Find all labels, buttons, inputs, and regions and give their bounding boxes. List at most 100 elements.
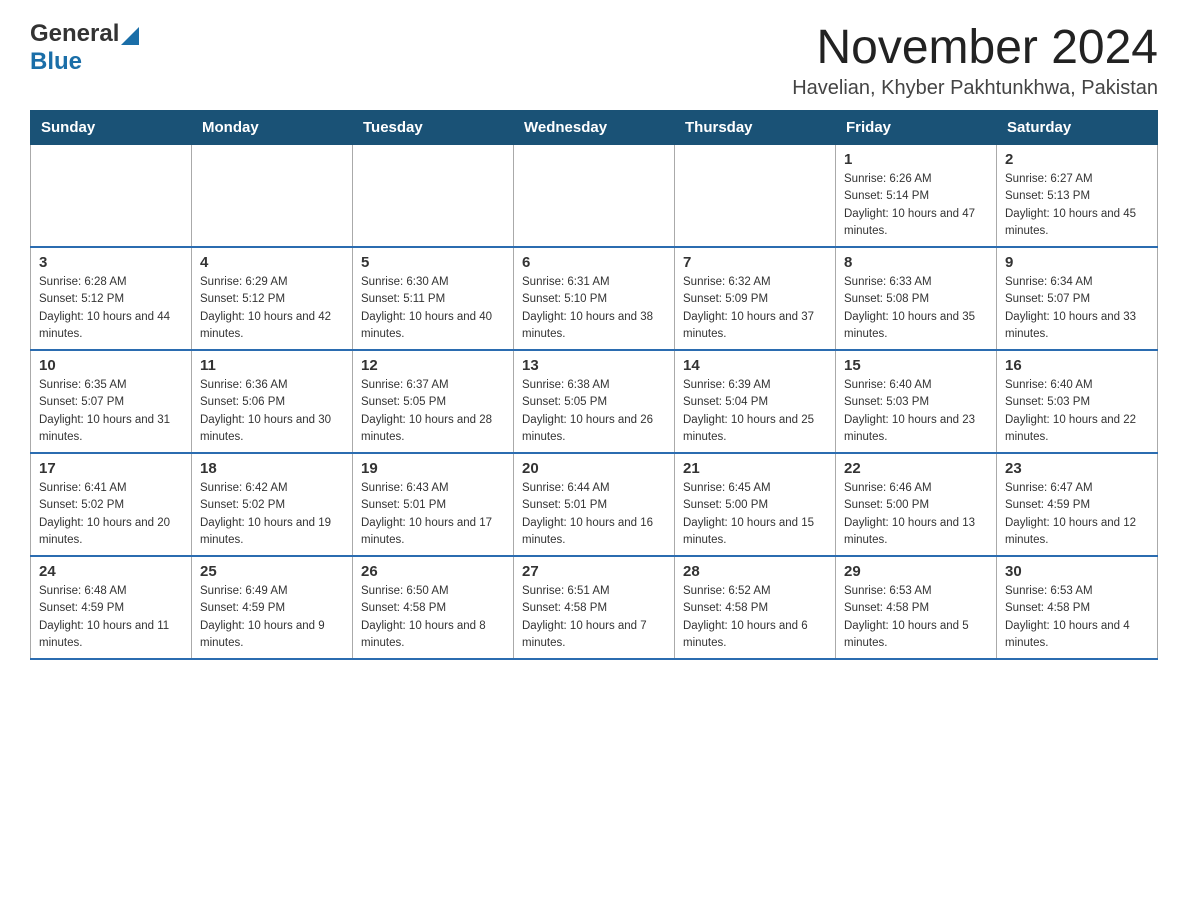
- day-info: Sunrise: 6:51 AMSunset: 4:58 PMDaylight:…: [522, 583, 666, 652]
- calendar-row-0: 1 Sunrise: 6:26 AMSunset: 5:14 PMDaylight…: [31, 145, 1158, 248]
- calendar-row-1: 3 Sunrise: 6:28 AMSunset: 5:12 PMDaylight…: [31, 247, 1158, 350]
- day-info: Sunrise: 6:28 AMSunset: 5:12 PMDaylight:…: [39, 274, 183, 343]
- calendar-cell-r0-c6: 2Sunrise: 6:27 AMSunset: 5:13 PMDaylight…: [997, 145, 1158, 248]
- calendar-cell-r3-c4: 21Sunrise: 6:45 AMSunset: 5:00 PMDayligh…: [675, 453, 836, 556]
- calendar-cell-r4-c6: 30 Sunrise: 6:53 AMSunset: 4:58 PMDayligh…: [997, 556, 1158, 659]
- location-subtitle: Havelian, Khyber Pakhtunkhwa, Pakistan: [792, 77, 1158, 100]
- day-number: 21: [683, 460, 827, 477]
- day-number: 1: [844, 151, 988, 168]
- day-info: Sunrise: 6:34 AMSunset: 5:07 PMDaylight:…: [1005, 274, 1149, 343]
- calendar-cell-r2-c3: 13Sunrise: 6:38 AMSunset: 5:05 PMDayligh…: [514, 350, 675, 453]
- day-info: Sunrise: 6:42 AMSunset: 5:02 PMDaylight:…: [200, 480, 344, 549]
- day-number: 11: [200, 357, 344, 374]
- calendar-cell-r1-c5: 8 Sunrise: 6:33 AMSunset: 5:08 PMDaylight…: [836, 247, 997, 350]
- calendar-header-saturday: Saturday: [997, 111, 1158, 145]
- calendar-cell-r0-c0: [31, 145, 192, 248]
- calendar-cell-r2-c1: 11 Sunrise: 6:36 AMSunset: 5:06 PMDayligh…: [192, 350, 353, 453]
- day-number: 29: [844, 563, 988, 580]
- calendar-cell-r0-c5: 1 Sunrise: 6:26 AMSunset: 5:14 PMDaylight…: [836, 145, 997, 248]
- calendar-cell-r3-c5: 22 Sunrise: 6:46 AMSunset: 5:00 PMDayligh…: [836, 453, 997, 556]
- day-info: Sunrise: 6:43 AMSunset: 5:01 PMDaylight:…: [361, 480, 505, 549]
- calendar-cell-r0-c2: [353, 145, 514, 248]
- day-number: 7: [683, 254, 827, 271]
- day-number: 17: [39, 460, 183, 477]
- day-number: 27: [522, 563, 666, 580]
- calendar-row-2: 10Sunrise: 6:35 AMSunset: 5:07 PMDayligh…: [31, 350, 1158, 453]
- logo: General Blue: [30, 20, 139, 76]
- day-number: 13: [522, 357, 666, 374]
- calendar-header-tuesday: Tuesday: [353, 111, 514, 145]
- day-info: Sunrise: 6:36 AMSunset: 5:06 PMDaylight:…: [200, 377, 344, 446]
- calendar-row-3: 17 Sunrise: 6:41 AMSunset: 5:02 PMDayligh…: [31, 453, 1158, 556]
- calendar-cell-r3-c3: 20Sunrise: 6:44 AMSunset: 5:01 PMDayligh…: [514, 453, 675, 556]
- calendar-cell-r2-c4: 14 Sunrise: 6:39 AMSunset: 5:04 PMDayligh…: [675, 350, 836, 453]
- calendar-title-area: November 2024 Havelian, Khyber Pakhtunkh…: [792, 20, 1158, 100]
- calendar-cell-r3-c0: 17 Sunrise: 6:41 AMSunset: 5:02 PMDayligh…: [31, 453, 192, 556]
- day-number: 23: [1005, 460, 1149, 477]
- calendar-cell-r2-c2: 12 Sunrise: 6:37 AMSunset: 5:05 PMDayligh…: [353, 350, 514, 453]
- calendar-header-monday: Monday: [192, 111, 353, 145]
- calendar-cell-r0-c4: [675, 145, 836, 248]
- day-number: 8: [844, 254, 988, 271]
- day-info: Sunrise: 6:52 AMSunset: 4:58 PMDaylight:…: [683, 583, 827, 652]
- day-info: Sunrise: 6:33 AMSunset: 5:08 PMDaylight:…: [844, 274, 988, 343]
- calendar-cell-r2-c5: 15 Sunrise: 6:40 AMSunset: 5:03 PMDayligh…: [836, 350, 997, 453]
- day-info: Sunrise: 6:39 AMSunset: 5:04 PMDaylight:…: [683, 377, 827, 446]
- day-info: Sunrise: 6:47 AMSunset: 4:59 PMDaylight:…: [1005, 480, 1149, 549]
- calendar-cell-r4-c3: 27 Sunrise: 6:51 AMSunset: 4:58 PMDayligh…: [514, 556, 675, 659]
- calendar-cell-r1-c0: 3 Sunrise: 6:28 AMSunset: 5:12 PMDaylight…: [31, 247, 192, 350]
- day-number: 6: [522, 254, 666, 271]
- calendar-cell-r1-c4: 7 Sunrise: 6:32 AMSunset: 5:09 PMDaylight…: [675, 247, 836, 350]
- day-number: 18: [200, 460, 344, 477]
- logo-arrow-icon: [121, 27, 139, 45]
- day-info: Sunrise: 6:32 AMSunset: 5:09 PMDaylight:…: [683, 274, 827, 343]
- day-number: 3: [39, 254, 183, 271]
- calendar-header-row: SundayMondayTuesdayWednesdayThursdayFrid…: [31, 111, 1158, 145]
- calendar-cell-r4-c0: 24Sunrise: 6:48 AMSunset: 4:59 PMDayligh…: [31, 556, 192, 659]
- day-number: 30: [1005, 563, 1149, 580]
- day-number: 25: [200, 563, 344, 580]
- day-number: 28: [683, 563, 827, 580]
- day-number: 10: [39, 357, 183, 374]
- calendar-table: SundayMondayTuesdayWednesdayThursdayFrid…: [30, 110, 1158, 660]
- day-info: Sunrise: 6:44 AMSunset: 5:01 PMDaylight:…: [522, 480, 666, 549]
- calendar-body: 1 Sunrise: 6:26 AMSunset: 5:14 PMDaylight…: [31, 145, 1158, 660]
- day-info: Sunrise: 6:46 AMSunset: 5:00 PMDaylight:…: [844, 480, 988, 549]
- day-info: Sunrise: 6:37 AMSunset: 5:05 PMDaylight:…: [361, 377, 505, 446]
- day-info: Sunrise: 6:53 AMSunset: 4:58 PMDaylight:…: [844, 583, 988, 652]
- logo-word-blue: Blue: [30, 48, 82, 76]
- calendar-cell-r1-c2: 5Sunrise: 6:30 AMSunset: 5:11 PMDaylight…: [353, 247, 514, 350]
- calendar-cell-r3-c2: 19 Sunrise: 6:43 AMSunset: 5:01 PMDayligh…: [353, 453, 514, 556]
- calendar-cell-r4-c5: 29 Sunrise: 6:53 AMSunset: 4:58 PMDayligh…: [836, 556, 997, 659]
- day-number: 14: [683, 357, 827, 374]
- calendar-cell-r2-c6: 16Sunrise: 6:40 AMSunset: 5:03 PMDayligh…: [997, 350, 1158, 453]
- day-number: 2: [1005, 151, 1149, 168]
- day-info: Sunrise: 6:41 AMSunset: 5:02 PMDaylight:…: [39, 480, 183, 549]
- calendar-header-sunday: Sunday: [31, 111, 192, 145]
- day-number: 5: [361, 254, 505, 271]
- calendar-header-wednesday: Wednesday: [514, 111, 675, 145]
- day-number: 22: [844, 460, 988, 477]
- calendar-cell-r1-c1: 4Sunrise: 6:29 AMSunset: 5:12 PMDaylight…: [192, 247, 353, 350]
- day-number: 4: [200, 254, 344, 271]
- calendar-cell-r2-c0: 10Sunrise: 6:35 AMSunset: 5:07 PMDayligh…: [31, 350, 192, 453]
- day-number: 15: [844, 357, 988, 374]
- day-number: 24: [39, 563, 183, 580]
- calendar-cell-r0-c1: [192, 145, 353, 248]
- calendar-cell-r4-c1: 25 Sunrise: 6:49 AMSunset: 4:59 PMDayligh…: [192, 556, 353, 659]
- day-info: Sunrise: 6:53 AMSunset: 4:58 PMDaylight:…: [1005, 583, 1149, 652]
- day-number: 19: [361, 460, 505, 477]
- calendar-cell-r3-c1: 18 Sunrise: 6:42 AMSunset: 5:02 PMDayligh…: [192, 453, 353, 556]
- calendar-row-4: 24Sunrise: 6:48 AMSunset: 4:59 PMDayligh…: [31, 556, 1158, 659]
- calendar-cell-r1-c6: 9Sunrise: 6:34 AMSunset: 5:07 PMDaylight…: [997, 247, 1158, 350]
- day-info: Sunrise: 6:49 AMSunset: 4:59 PMDaylight:…: [200, 583, 344, 652]
- day-info: Sunrise: 6:26 AMSunset: 5:14 PMDaylight:…: [844, 171, 988, 240]
- calendar-cell-r3-c6: 23 Sunrise: 6:47 AMSunset: 4:59 PMDayligh…: [997, 453, 1158, 556]
- day-info: Sunrise: 6:50 AMSunset: 4:58 PMDaylight:…: [361, 583, 505, 652]
- day-number: 12: [361, 357, 505, 374]
- calendar-cell-r0-c3: [514, 145, 675, 248]
- calendar-header-thursday: Thursday: [675, 111, 836, 145]
- day-number: 16: [1005, 357, 1149, 374]
- day-info: Sunrise: 6:40 AMSunset: 5:03 PMDaylight:…: [844, 377, 988, 446]
- calendar-header-friday: Friday: [836, 111, 997, 145]
